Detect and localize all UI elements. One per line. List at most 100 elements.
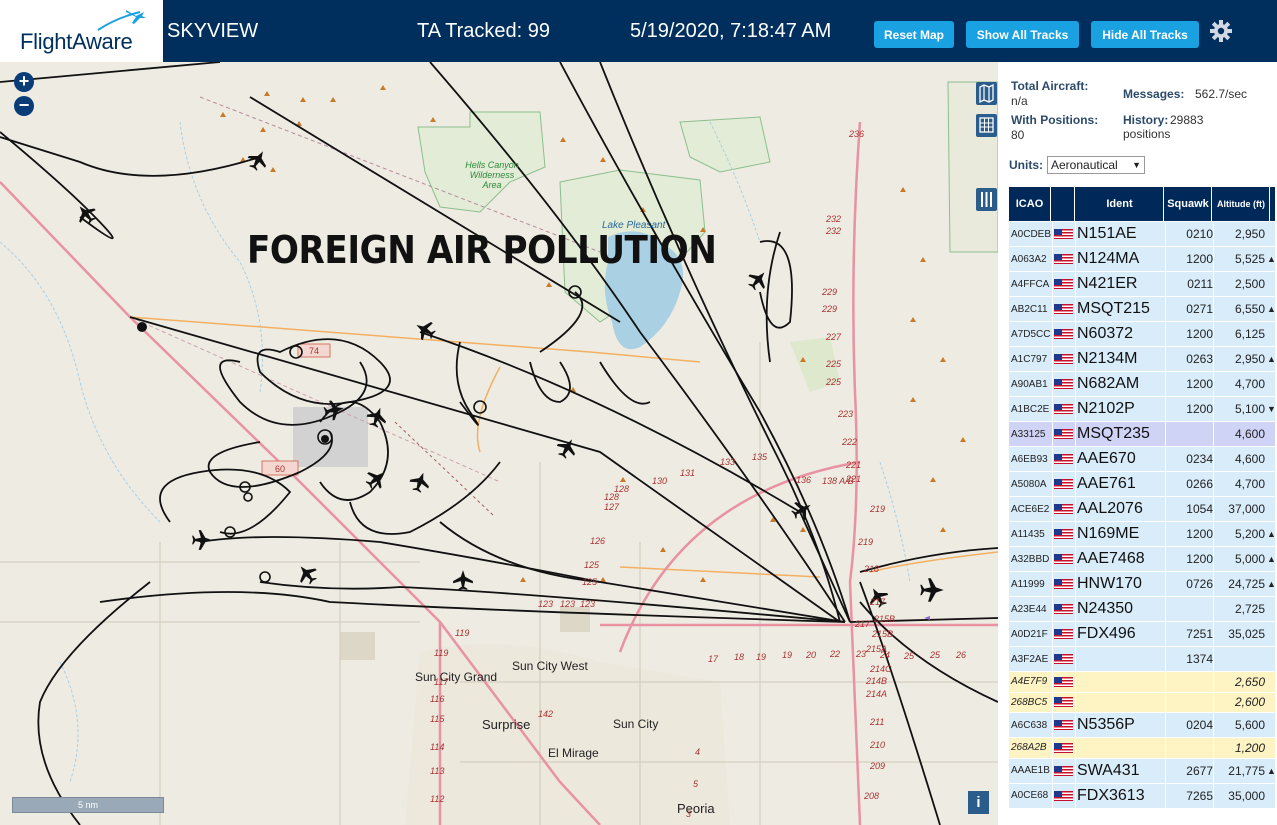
svg-text:225: 225	[825, 377, 842, 387]
col-ident[interactable]: Ident	[1076, 187, 1164, 221]
us-flag-icon	[1054, 304, 1073, 314]
svg-text:17: 17	[708, 654, 719, 664]
table-row[interactable]: A11435 N169ME 1200 5,200 ▲	[1009, 522, 1276, 547]
altitude-cell: 1,200	[1234, 740, 1265, 755]
table-row[interactable]: A6EB93 AAE670 0234 4,600	[1009, 447, 1275, 472]
columns-icon	[981, 192, 992, 207]
cell-divider	[1213, 622, 1214, 646]
clock: 5/19/2020, 7:18:47 AM	[630, 20, 832, 42]
table-row[interactable]: A0CDEB N151AE 0210 2,950	[1009, 222, 1275, 247]
svg-text:209: 209	[869, 761, 885, 771]
climb-arrow-icon: ▲	[1267, 765, 1276, 776]
cell-divider	[1075, 447, 1076, 471]
hide-all-tracks-button[interactable]: Hide All Tracks	[1091, 21, 1199, 48]
table-row[interactable]: A7D5CC N60372 1200 6,125	[1009, 322, 1275, 347]
climb-arrow-icon: ▲	[1267, 529, 1276, 539]
cell-divider	[1165, 472, 1166, 496]
peoria-label: Peoria	[677, 801, 715, 816]
table-row[interactable]: A5080A AAE761 0266 4,700	[1009, 472, 1275, 497]
col-icao[interactable]: ICAO	[1009, 187, 1051, 221]
show-all-tracks-button[interactable]: Show All Tracks	[966, 21, 1079, 48]
cell-divider	[1052, 522, 1053, 546]
columns-toggle-button[interactable]	[976, 188, 997, 211]
ident-cell: AAE7468	[1077, 550, 1145, 567]
icao-cell: A3F2AE	[1011, 653, 1049, 665]
gear-icon[interactable]	[1209, 19, 1233, 43]
squawk-cell: 1200	[1186, 252, 1213, 266]
table-row[interactable]: A1C797 N2134M 0263 2,950 ▲	[1009, 347, 1276, 372]
flightaware-logo[interactable]: FlightAware	[0, 0, 163, 62]
zoom-out-button[interactable]: −	[14, 96, 34, 116]
table-row[interactable]: 268BC5 2,600	[1009, 692, 1275, 713]
us-flag-icon	[1054, 529, 1073, 539]
cell-divider	[1213, 222, 1214, 246]
svg-text:20: 20	[805, 650, 816, 660]
col-squawk[interactable]: Squawk	[1165, 187, 1212, 221]
altitude-cell: 5,200	[1234, 527, 1265, 541]
cell-divider	[1165, 247, 1166, 271]
table-row[interactable]: A6C638 N5356P 0204 5,600	[1009, 713, 1275, 738]
svg-text:131: 131	[680, 468, 695, 478]
cell-divider	[1213, 372, 1214, 396]
cell-divider	[1165, 322, 1166, 346]
zoom-in-button[interactable]: +	[14, 72, 34, 92]
table-row[interactable]: AB2C11 MSQT215 0271 6,550 ▲	[1009, 297, 1276, 322]
svg-text:232: 232	[825, 226, 841, 236]
table-row[interactable]: A4E7F9 2,650	[1009, 672, 1275, 693]
map-icon	[979, 83, 994, 104]
svg-text:217: 217	[869, 597, 886, 607]
cell-divider	[1165, 447, 1166, 471]
table-row[interactable]: A90AB1 N682AM 1200 4,700	[1009, 372, 1275, 397]
us-flag-icon	[1054, 765, 1073, 776]
ident-cell: N169ME	[1077, 525, 1140, 542]
map-layer-button[interactable]	[976, 82, 997, 105]
cell-divider	[1052, 222, 1053, 246]
svg-text:114: 114	[430, 742, 444, 752]
us-flag-icon	[1054, 629, 1073, 639]
grid-icon	[979, 117, 994, 133]
ident-cell: MSQT235	[1077, 425, 1150, 442]
svg-text:138 A/B: 138 A/B	[822, 476, 854, 486]
cell-divider	[1075, 522, 1076, 546]
table-row[interactable]: A0CE68 FDX3613 7265 35,000	[1009, 783, 1275, 809]
altitude-cell: 2,600	[1234, 695, 1265, 710]
squawk-cell: 0266	[1186, 477, 1213, 491]
cell-divider	[1165, 372, 1166, 396]
table-row[interactable]: 268A2B 1,200	[1009, 738, 1275, 759]
table-row[interactable]: A33125 MSQT235 4,600	[1009, 422, 1275, 447]
cell-divider	[1075, 547, 1076, 571]
table-row[interactable]: ACE6E2 AAL2076 1054 37,000	[1009, 497, 1275, 522]
squawk-cell: 0263	[1186, 352, 1213, 366]
svg-text:128: 128	[614, 484, 629, 494]
table-row[interactable]: A063A2 N124MA 1200 5,525 ▲	[1009, 247, 1276, 272]
table-row[interactable]: A23E44 N24350 2,725	[1009, 597, 1275, 622]
cell-divider	[1213, 322, 1214, 346]
table-row[interactable]: A1BC2E N2102P 1200 5,100 ▼	[1009, 397, 1276, 422]
cell-divider	[1213, 738, 1214, 758]
table-row[interactable]: A4FFCA N421ER 0211 2,500	[1009, 272, 1275, 297]
icao-cell: A32BBD	[1011, 553, 1050, 565]
messages-label: Messages:	[1123, 87, 1185, 101]
table-row[interactable]: A11999 HNW170 0726 24,725 ▲	[1009, 572, 1276, 597]
svg-text:142: 142	[538, 709, 553, 719]
map-view[interactable]: 60 74 236 232 232 229 229 227 225 225 22…	[0, 62, 998, 825]
table-row[interactable]: AAAE1B SWA431 2677 21,775 ▲	[1009, 758, 1276, 784]
cell-divider	[1052, 547, 1053, 571]
reset-map-button[interactable]: Reset Map	[874, 21, 954, 48]
total-aircraft-label: Total Aircraft:	[1011, 79, 1089, 93]
units-label: Units:	[1009, 158, 1043, 172]
cell-divider	[1075, 372, 1076, 396]
units-select[interactable]: Aeronautical ▼	[1047, 156, 1145, 174]
grid-toggle-button[interactable]	[976, 114, 997, 137]
table-row[interactable]: A3F2AE 1374	[1009, 647, 1275, 672]
col-flag[interactable]	[1052, 187, 1075, 221]
cell-divider	[1165, 647, 1166, 671]
info-button[interactable]: i	[968, 791, 989, 814]
col-altitude[interactable]: Altitude (ft)	[1213, 187, 1270, 221]
table-row[interactable]: A32BBD AAE7468 1200 5,000 ▲	[1009, 547, 1276, 572]
us-flag-icon	[1054, 479, 1073, 489]
svg-text:116: 116	[430, 694, 444, 704]
cell-divider	[1052, 647, 1053, 671]
table-row[interactable]: A0D21F FDX496 7251 35,025	[1009, 622, 1275, 647]
icao-cell: A4FFCA	[1011, 278, 1050, 290]
